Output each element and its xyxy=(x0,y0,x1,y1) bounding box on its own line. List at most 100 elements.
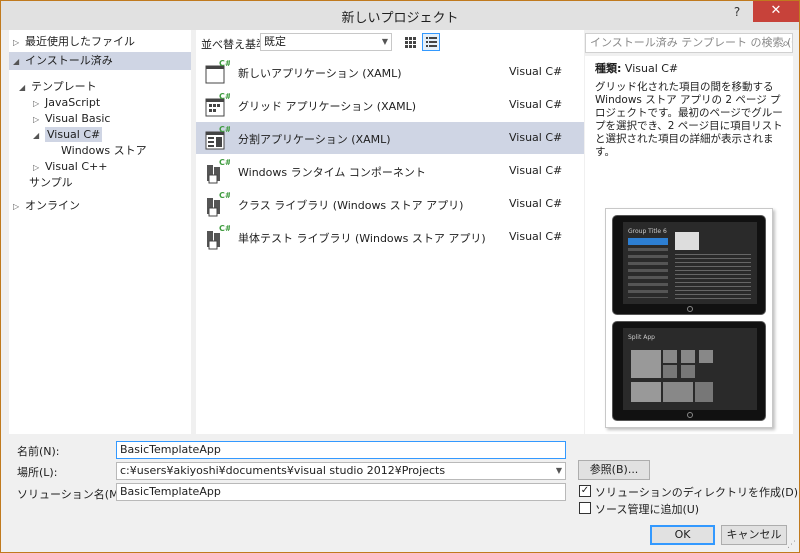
template-language: Visual C# xyxy=(509,164,563,177)
grid-app-icon: C# xyxy=(205,92,230,117)
expand-arrow-icon[interactable]: ▷ xyxy=(13,198,25,216)
project-name-field[interactable]: BasicTemplateApp xyxy=(116,441,566,459)
expand-arrow-icon[interactable]: ▷ xyxy=(13,34,25,52)
collapse-arrow-icon[interactable]: ◢ xyxy=(13,53,25,71)
class-library-icon: C# xyxy=(207,191,230,217)
search-icon[interactable]: ⌕ xyxy=(782,34,789,52)
list-view-button[interactable] xyxy=(422,33,440,51)
svg-text:C#: C# xyxy=(219,125,230,134)
template-list-pane: 並べ替え基準: 既定 ▼ C# 新しいアプリケーション (XAML) Visua… xyxy=(196,30,584,434)
blank-app-icon: C# xyxy=(205,59,230,84)
template-row[interactable]: C# クラス ライブラリ (Windows ストア アプリ) Visual C# xyxy=(196,188,584,220)
nav-label: インストール済み xyxy=(25,54,113,67)
sort-value: 既定 xyxy=(264,35,286,48)
split-app-icon: C# xyxy=(205,125,230,150)
add-source-control-checkbox[interactable] xyxy=(579,502,591,514)
nav-label: Visual C# xyxy=(45,127,103,142)
template-tree: ▷ 最近使用したファイル ◢ インストール済み ◢ テンプレート ▷ JavaScrip… xyxy=(9,30,191,434)
template-name: 分割アプリケーション (XAML) xyxy=(238,133,391,146)
template-name: 新しいアプリケーション (XAML) xyxy=(238,67,402,80)
small-icons-view-button[interactable] xyxy=(401,33,419,51)
template-row[interactable]: C# 新しいアプリケーション (XAML) Visual C# xyxy=(196,56,584,88)
nav-label: オンライン xyxy=(25,199,80,212)
template-row-selected[interactable]: C# 分割アプリケーション (XAML) Visual C# xyxy=(196,122,584,154)
location-combobox[interactable]: c:¥users¥akiyoshi¥documents¥visual studi… xyxy=(116,462,566,480)
title-bar: 新しいプロジェクト ? ✕ xyxy=(1,1,799,30)
preview-tablet-top: Group Title 6 xyxy=(612,215,766,315)
preview-selected-item xyxy=(628,238,668,245)
preview-tile xyxy=(681,350,695,363)
nav-label: Visual Basic xyxy=(45,112,111,125)
template-search-input[interactable]: インストール済み テンプレート の検索 (Ctrl+ ⌕ xyxy=(585,33,793,53)
template-row[interactable]: C# Windows ランタイム コンポーネント Visual C# xyxy=(196,155,584,187)
template-description: 種類: Visual C# グリッド化された項目の間を移動する Windows … xyxy=(585,56,793,434)
add-source-control-label[interactable]: ソース管理に追加(U) xyxy=(595,501,699,517)
create-directory-checkbox[interactable]: ✓ xyxy=(579,485,591,497)
preview-home-button xyxy=(687,412,693,418)
template-name: Windows ランタイム コンポーネント xyxy=(238,166,426,179)
unit-test-library-icon: C# xyxy=(207,224,230,250)
preview-tile xyxy=(631,350,661,378)
dialog-title: 新しいプロジェクト xyxy=(341,11,459,26)
preview-tile xyxy=(695,382,713,402)
template-name: 単体テスト ライブラリ (Windows ストア アプリ) xyxy=(238,232,486,245)
kind-label: 種類: xyxy=(595,62,622,75)
nav-installed[interactable]: ◢ インストール済み xyxy=(9,52,191,70)
svg-text:C#: C# xyxy=(219,191,230,200)
svg-text:C#: C# xyxy=(219,92,230,101)
preview-detail-image xyxy=(675,232,699,250)
create-directory-label[interactable]: ソリューションのディレクトリを作成(D) xyxy=(595,484,798,500)
template-name: クラス ライブラリ (Windows ストア アプリ) xyxy=(238,199,464,212)
location-value: c:¥users¥akiyoshi¥documents¥visual studi… xyxy=(120,464,446,477)
ok-button[interactable]: OK xyxy=(650,525,715,545)
sort-dropdown[interactable]: 既定 ▼ xyxy=(260,33,392,51)
collapse-arrow-icon[interactable]: ◢ xyxy=(19,79,31,97)
details-pane: インストール済み テンプレート の検索 (Ctrl+ ⌕ 種類: Visual … xyxy=(585,30,793,434)
grid-view-icon xyxy=(405,37,416,48)
template-preview-image: Group Title 6 Split App xyxy=(605,208,773,428)
preview-home-button xyxy=(687,306,693,312)
nav-label: Visual C++ xyxy=(45,160,108,173)
browse-button[interactable]: 参照(B)... xyxy=(578,460,650,480)
template-row[interactable]: C# グリッド アプリケーション (XAML) Visual C# xyxy=(196,89,584,121)
preview-tile xyxy=(663,350,677,363)
template-language: Visual C# xyxy=(509,131,563,144)
preview-screen-title: Group Title 6 xyxy=(628,228,667,235)
preview-tablet-bottom: Split App xyxy=(612,321,766,421)
svg-text:C#: C# xyxy=(219,158,230,167)
preview-screen: Group Title 6 xyxy=(623,222,757,304)
nav-label: 最近使用したファイル xyxy=(25,35,135,48)
preview-tile xyxy=(663,365,677,378)
preview-screen-title: Split App xyxy=(628,334,655,341)
chevron-down-icon[interactable]: ▼ xyxy=(556,463,562,479)
new-project-dialog: 新しいプロジェクト ? ✕ ▷ 最近使用したファイル ◢ インストール済み ◢ テンプ… xyxy=(0,0,800,553)
location-label: 場所(L): xyxy=(17,466,58,479)
preview-screen: Split App xyxy=(623,328,757,410)
search-placeholder: インストール済み テンプレート の検索 (Ctrl+ xyxy=(590,36,792,49)
solution-name-field[interactable]: BasicTemplateApp xyxy=(116,483,566,501)
template-row[interactable]: C# 単体テスト ライブラリ (Windows ストア アプリ) Visual … xyxy=(196,221,584,253)
template-language: Visual C# xyxy=(509,98,563,111)
template-language: Visual C# xyxy=(509,230,563,243)
nav-samples[interactable]: サンプル xyxy=(29,174,73,192)
name-label: 名前(N): xyxy=(17,445,60,458)
preview-tile xyxy=(663,382,693,402)
description-text: グリッド化された項目の間を移動する Windows ストア アプリの 2 ページ… xyxy=(595,81,783,158)
template-language: Visual C# xyxy=(509,65,563,78)
collapse-arrow-icon[interactable]: ◢ xyxy=(33,127,45,145)
runtime-component-icon: C# xyxy=(207,158,230,184)
cancel-button[interactable]: キャンセル xyxy=(721,525,787,545)
help-button[interactable]: ? xyxy=(727,2,747,22)
nav-label: JavaScript xyxy=(45,96,101,109)
nav-recent[interactable]: ▷ 最近使用したファイル xyxy=(13,33,135,51)
svg-text:C#: C# xyxy=(219,224,230,233)
chevron-down-icon: ▼ xyxy=(381,37,388,46)
nav-online[interactable]: ▷ オンライン xyxy=(13,197,80,215)
svg-text:C#: C# xyxy=(219,59,230,68)
list-view-icon xyxy=(426,37,437,47)
resize-grip-icon[interactable]: ⋰ xyxy=(787,540,796,550)
template-name: グリッド アプリケーション (XAML) xyxy=(238,100,417,113)
template-kind: 種類: Visual C# xyxy=(595,60,678,76)
preview-detail-text xyxy=(675,254,751,300)
close-button[interactable]: ✕ xyxy=(753,1,799,22)
